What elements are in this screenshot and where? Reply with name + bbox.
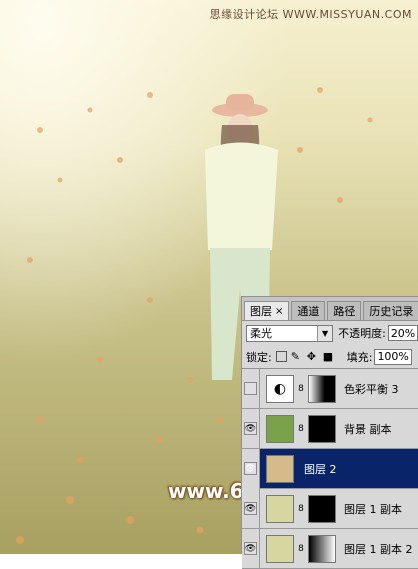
- layer-thumbnail: [266, 494, 294, 523]
- visibility-toggle[interactable]: 👁: [242, 448, 260, 489]
- layer-row[interactable]: 👁 8 图层 1 副本: [242, 488, 418, 529]
- tab-channels-label: 通道: [297, 305, 320, 318]
- layers-panel: 图层 × 通道 路径 历史记录 柔光 ▼ 不透明度: 20% 锁定: ✎ ✥ ■…: [241, 296, 418, 569]
- eye-icon: 👁: [244, 422, 257, 435]
- visibility-toggle[interactable]: 👁: [242, 528, 260, 569]
- link-icon: 8: [298, 503, 304, 514]
- link-icon: 8: [298, 383, 304, 394]
- close-icon[interactable]: ×: [275, 306, 283, 317]
- lock-transparent-icon[interactable]: [275, 351, 287, 362]
- fill-input[interactable]: 100%: [374, 348, 412, 365]
- tab-history-label: 历史记录: [369, 305, 414, 318]
- tab-layers[interactable]: 图层 ×: [244, 301, 290, 320]
- blend-mode-select[interactable]: 柔光 ▼: [246, 324, 334, 342]
- layer-name: 图层 1 副本 2: [344, 542, 413, 556]
- layer-thumbnail: [266, 414, 294, 443]
- eye-icon: 👁: [244, 542, 257, 555]
- lock-position-icon[interactable]: ✥: [307, 351, 319, 362]
- visibility-toggle[interactable]: 👁: [242, 488, 260, 529]
- blend-row: 柔光 ▼ 不透明度: 20%: [242, 321, 418, 345]
- layer-row[interactable]: 👁 8 背景 副本: [242, 408, 418, 449]
- visibility-toggle[interactable]: 👁: [242, 408, 260, 449]
- chevron-down-icon[interactable]: ▼: [317, 325, 333, 341]
- layer-thumbnail: [266, 454, 294, 483]
- tab-channels[interactable]: 通道: [291, 301, 326, 320]
- tab-layers-label: 图层: [250, 305, 272, 318]
- lock-all-icon[interactable]: ■: [323, 351, 335, 362]
- layer-mask-thumbnail: [308, 534, 336, 563]
- layer-row[interactable]: 👁 8 图层 1 副本 2: [242, 528, 418, 569]
- layer-name: 色彩平衡 3: [344, 382, 399, 396]
- layer-mask-thumbnail: [308, 374, 336, 403]
- fill-label: 填充:: [346, 350, 373, 364]
- layer-name: 图层 2: [304, 462, 337, 476]
- layer-row[interactable]: ◐ 8 色彩平衡 3: [242, 368, 418, 409]
- layer-row[interactable]: 👁 图层 2: [242, 448, 418, 489]
- layer-mask-thumbnail: [308, 414, 336, 443]
- link-icon: 8: [298, 543, 304, 554]
- visibility-toggle[interactable]: [242, 368, 260, 409]
- eye-hidden-icon: [244, 382, 257, 395]
- layer-mask-thumbnail: [308, 494, 336, 523]
- lock-pixels-icon[interactable]: ✎: [291, 351, 303, 362]
- top-watermark-bar: 思缘设计论坛 WWW.MISSYUAN.COM: [0, 0, 418, 21]
- opacity-label: 不透明度:: [338, 327, 386, 340]
- lock-label: 锁定:: [246, 350, 272, 364]
- tab-paths[interactable]: 路径: [327, 301, 362, 320]
- link-icon: 8: [298, 423, 304, 434]
- tab-history[interactable]: 历史记录: [363, 301, 418, 320]
- blend-mode-value: 柔光: [250, 327, 272, 340]
- layer-thumbnail: [266, 534, 294, 563]
- panel-tabs: 图层 × 通道 路径 历史记录: [242, 297, 418, 321]
- lock-row: 锁定: ✎ ✥ ■ 填充: 100%: [242, 345, 418, 369]
- opacity-input[interactable]: 20%: [387, 325, 418, 341]
- layer-name: 图层 1 副本: [344, 502, 402, 516]
- layer-name: 背景 副本: [344, 422, 392, 436]
- tab-paths-label: 路径: [333, 305, 356, 318]
- eye-icon: 👁: [244, 462, 257, 475]
- adjustment-layer-icon: ◐: [266, 374, 294, 403]
- eye-icon: 👁: [244, 502, 257, 515]
- watermark-top: 思缘设计论坛 WWW.MISSYUAN.COM: [209, 8, 412, 21]
